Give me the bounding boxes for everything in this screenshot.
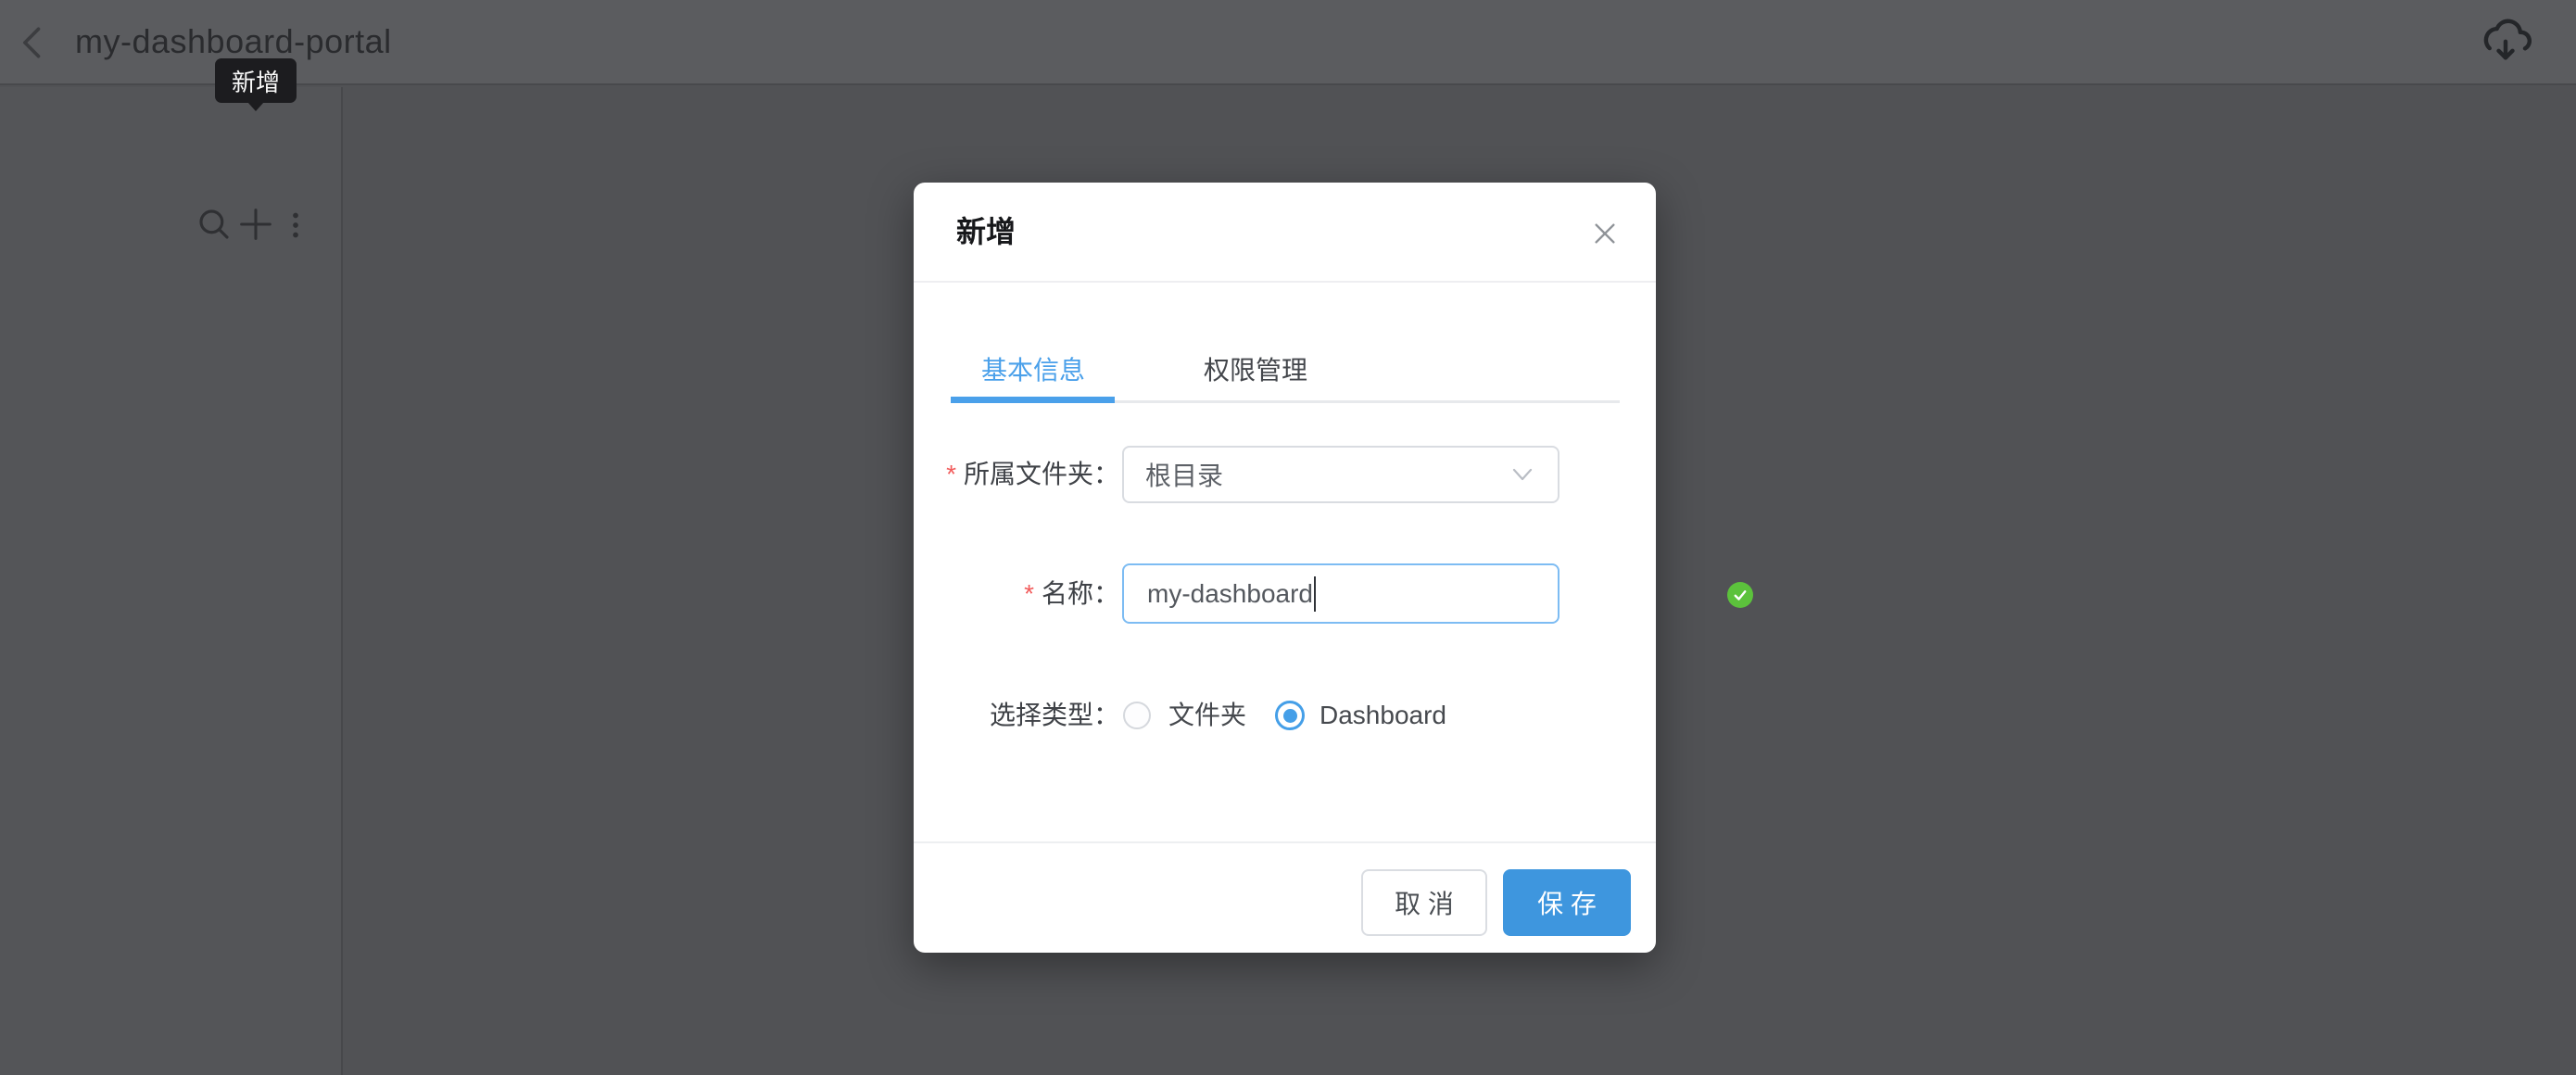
page: my-dashboard-portal 新增 xyxy=(0,0,2576,1075)
panel-divider xyxy=(341,87,343,1075)
new-item-dialog: 新增 基本信息 权限管理 *所属文件夹： 根目录 *名称： my-dashboa… xyxy=(914,183,1656,953)
required-mark: * xyxy=(946,460,956,488)
tab-permissions[interactable]: 权限管理 xyxy=(1173,348,1338,394)
radio-dashboard-label[interactable]: Dashboard xyxy=(1320,687,1446,744)
type-field-label: 选择类型： xyxy=(932,687,1119,744)
tooltip-text: 新增 xyxy=(232,64,280,98)
more-button[interactable] xyxy=(279,208,312,243)
folder-select-value: 根目录 xyxy=(1145,456,1223,493)
app-header: my-dashboard-portal xyxy=(0,0,2576,85)
required-mark: * xyxy=(1024,579,1034,608)
chevron-down-icon xyxy=(1511,465,1534,484)
save-button[interactable]: 保 存 xyxy=(1503,869,1631,936)
radio-dashboard[interactable] xyxy=(1275,701,1305,730)
back-button[interactable] xyxy=(13,22,54,63)
name-field-label: *名称： xyxy=(932,563,1119,624)
radio-folder-label[interactable]: 文件夹 xyxy=(1168,687,1246,744)
name-input[interactable]: my-dashboard xyxy=(1122,563,1559,624)
check-circle-icon xyxy=(1727,582,1753,608)
text-caret xyxy=(1314,576,1316,612)
search-icon xyxy=(195,205,234,244)
dialog-header: 新增 xyxy=(914,183,1656,283)
active-tab-indicator xyxy=(951,397,1115,403)
tab-basic-info[interactable]: 基本信息 xyxy=(951,348,1116,394)
folder-select[interactable]: 根目录 xyxy=(1122,446,1559,503)
add-tooltip: 新增 xyxy=(215,58,297,103)
radio-folder[interactable] xyxy=(1123,702,1151,729)
dialog-footer: 取 消 保 存 xyxy=(914,841,1656,953)
cloud-download-icon xyxy=(2480,17,2532,69)
cloud-download-button[interactable] xyxy=(2480,17,2532,69)
dialog-title: 新增 xyxy=(956,183,1016,283)
close-icon xyxy=(1590,219,1620,248)
add-button[interactable] xyxy=(234,203,277,246)
chevron-left-icon xyxy=(13,22,54,63)
folder-field-label: *所属文件夹： xyxy=(932,446,1119,503)
plus-icon xyxy=(234,203,277,246)
close-button[interactable] xyxy=(1584,212,1626,255)
search-button[interactable] xyxy=(195,205,234,244)
more-vertical-icon xyxy=(279,208,312,243)
cancel-button[interactable]: 取 消 xyxy=(1361,869,1487,936)
name-input-value: my-dashboard xyxy=(1147,579,1313,609)
tooltip-arrow xyxy=(247,102,264,111)
radio-dot xyxy=(1283,709,1297,723)
